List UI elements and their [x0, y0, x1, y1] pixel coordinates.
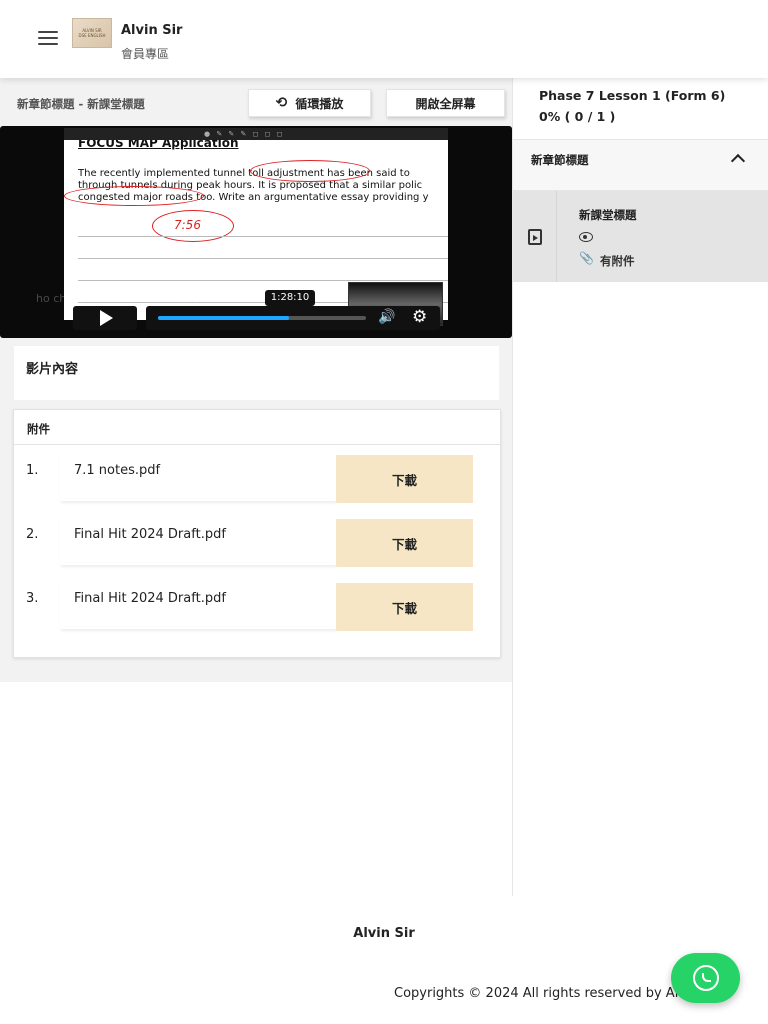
lesson-item[interactable]: 新課堂標題 📎 有附件: [513, 191, 768, 282]
lesson-attachment-label: 有附件: [600, 254, 635, 268]
brand-name[interactable]: Alvin Sir: [121, 23, 182, 38]
video-controls-bar: 🔊 ⚙: [146, 306, 440, 330]
download-button[interactable]: 下載: [336, 583, 473, 631]
download-button[interactable]: 下載: [336, 519, 473, 567]
attachment-number: 2.: [26, 527, 39, 542]
gear-icon[interactable]: ⚙: [412, 307, 427, 327]
ruled-line: [78, 258, 448, 259]
attachment-file-name: Final Hit 2024 Draft.pdf: [74, 527, 226, 542]
attachments-heading: 附件: [27, 422, 50, 436]
main-content: 新章節標題 - 新課堂標題 ⟲ 循環播放 開啟全屏幕 ● ✎ ✎ ✎ ◻ ◻ ◻…: [0, 78, 512, 682]
loop-playback-button[interactable]: ⟲ 循環播放: [248, 89, 371, 117]
brand-logo[interactable]: ALVIN SIR DSE ENGLISH: [72, 18, 112, 48]
course-progress: 0% ( 0 / 1 ): [539, 109, 616, 124]
annotation-circle: [64, 186, 204, 206]
repeat-icon: ⟲: [275, 95, 288, 111]
top-header: ALVIN SIR DSE ENGLISH Alvin Sir 會員專區: [0, 0, 768, 78]
video-toolbar: ● ✎ ✎ ✎ ◻ ◻ ◻: [64, 128, 448, 140]
whatsapp-icon: [692, 965, 719, 991]
download-button[interactable]: 下載: [336, 455, 473, 503]
time-tooltip: 1:28:10: [265, 290, 315, 306]
attachment-file-box: 7.1 notes.pdf: [60, 455, 336, 501]
copyright-text: Copyrights © 2024 All rights reserved by…: [394, 986, 720, 1001]
footer-brand: Alvin Sir: [353, 926, 415, 941]
menu-icon[interactable]: [38, 31, 58, 47]
brand-subtitle: 會員專區: [121, 47, 170, 61]
lesson-icon-column: [513, 191, 557, 282]
fullscreen-button[interactable]: 開啟全屏幕: [386, 89, 505, 117]
progress-bar[interactable]: [158, 316, 366, 320]
attachment-number: 1.: [26, 463, 39, 478]
attachment-file-box: Final Hit 2024 Draft.pdf: [60, 583, 336, 629]
video-content-title: 影片內容: [26, 362, 79, 377]
attachment-file-name: 7.1 notes.pdf: [74, 463, 161, 478]
fullscreen-label: 開啟全屏幕: [415, 96, 476, 111]
video-slide-title: FOCUS MAP Application: [78, 140, 239, 150]
ruled-line: [78, 280, 448, 281]
attachments-header: 附件: [14, 410, 500, 445]
lesson-title: 新課堂標題: [579, 208, 637, 222]
attachment-number: 3.: [26, 591, 39, 606]
attachment-row: 1. 7.1 notes.pdf 下載: [14, 455, 500, 505]
play-icon: [100, 310, 113, 326]
chapter-title: 新章節標題: [531, 153, 589, 167]
loop-playback-label: 循環播放: [295, 96, 344, 111]
chapter-header[interactable]: 新章節標題: [513, 139, 768, 191]
video-content-card: 影片內容: [14, 346, 499, 400]
chevron-up-icon: [730, 153, 746, 169]
annotation-circle: [250, 160, 370, 182]
video-file-icon: [527, 228, 542, 245]
volume-icon[interactable]: 🔊: [378, 309, 395, 325]
video-player[interactable]: ● ✎ ✎ ✎ ◻ ◻ ◻ FOCUS MAP Application The …: [0, 126, 512, 338]
attachment-file-box: Final Hit 2024 Draft.pdf: [60, 519, 336, 565]
progress-fill: [158, 316, 290, 320]
play-button[interactable]: [73, 306, 137, 330]
paperclip-icon: 📎: [579, 251, 594, 265]
ruled-line: [78, 236, 448, 237]
video-watermark: ho ching - hoch.chan2005@gmail.com: [36, 292, 248, 305]
course-title: Phase 7 Lesson 1 (Form 6): [539, 88, 726, 103]
attachment-row: 3. Final Hit 2024 Draft.pdf 下載: [14, 583, 500, 633]
handwritten-note: 7:56: [174, 218, 201, 232]
page: ALVIN SIR DSE ENGLISH Alvin Sir 會員專區 新章節…: [0, 0, 768, 1024]
attachment-row: 2. Final Hit 2024 Draft.pdf 下載: [14, 519, 500, 569]
whatsapp-button[interactable]: [671, 953, 740, 1003]
course-sidebar: Phase 7 Lesson 1 (Form 6) 0% ( 0 / 1 ) 新…: [512, 78, 768, 896]
breadcrumb: 新章節標題 - 新課堂標題: [17, 97, 145, 111]
attachments-card: 附件 1. 7.1 notes.pdf 下載 2. Final Hit 2024…: [13, 409, 501, 658]
eye-icon: [579, 232, 593, 242]
toolbar-tools-icon: ● ✎ ✎ ✎ ◻ ◻ ◻: [204, 130, 285, 138]
logo-text-2: DSE ENGLISH: [78, 33, 106, 38]
attachment-file-name: Final Hit 2024 Draft.pdf: [74, 591, 226, 606]
